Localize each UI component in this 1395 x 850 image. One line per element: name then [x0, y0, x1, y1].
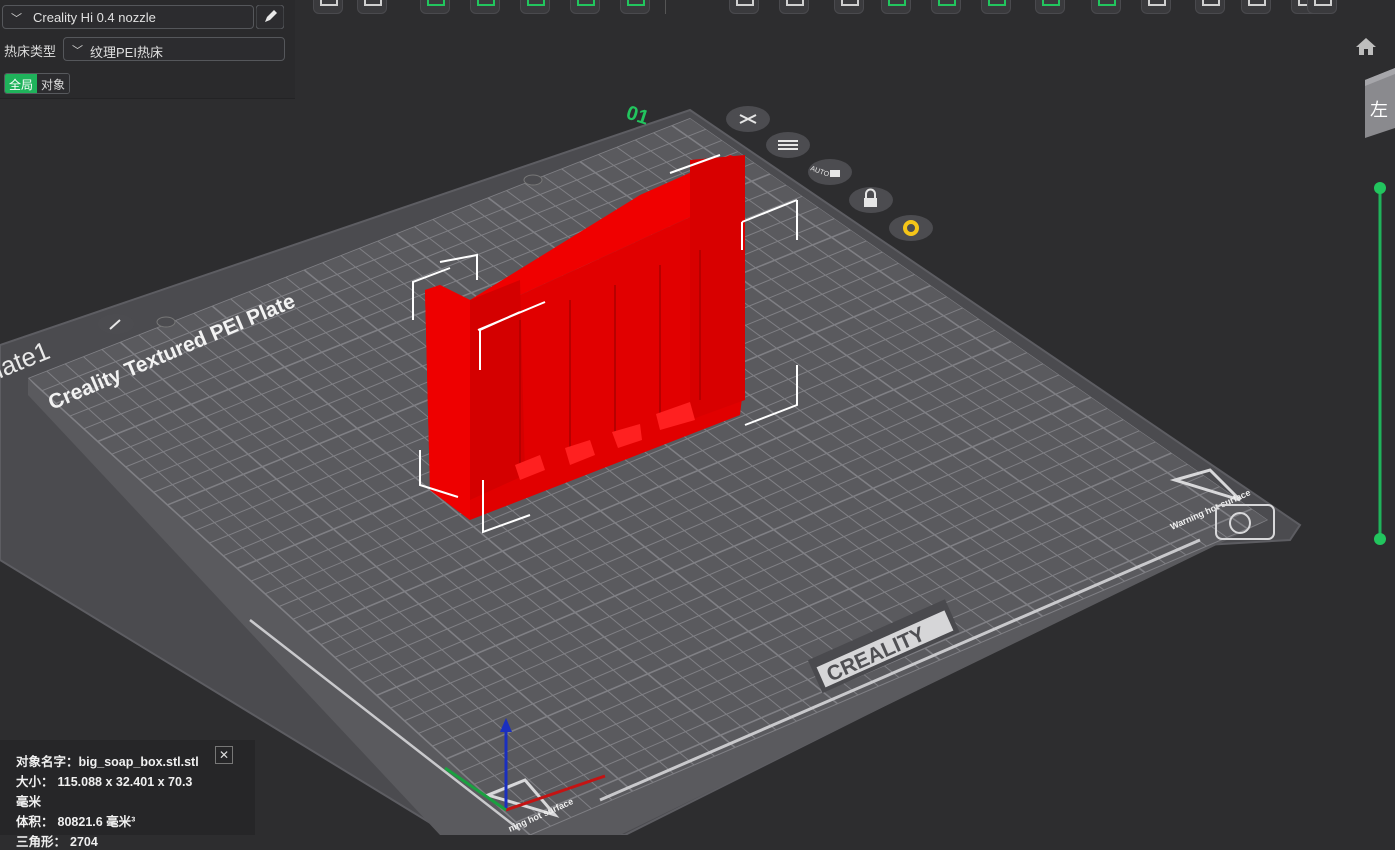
toolbar-separator: [665, 0, 666, 14]
split-button[interactable]: [570, 0, 600, 14]
scope-global-tab[interactable]: 全局: [5, 74, 38, 93]
printer-settings-panel: ﹀ Creality Hi 0.4 nozzle 热床类型 ﹀ 纹理PEI热床 …: [0, 0, 295, 99]
object-info-panel: 对象名字：big_soap_box.stl.stl 大小： 115.088 x 3…: [0, 740, 255, 849]
size-unit: 毫米: [16, 795, 42, 809]
layer-button[interactable]: [1241, 0, 1271, 14]
assembly-button[interactable]: [1307, 0, 1337, 14]
triangles-value: 2704: [70, 835, 98, 849]
plate-auto-orient-button[interactable]: AUTO: [808, 159, 852, 185]
add-cube-button[interactable]: [313, 0, 343, 14]
emboss-button[interactable]: [1195, 0, 1225, 14]
seam-paint-button[interactable]: [931, 0, 961, 14]
bed-type-select[interactable]: ﹀ 纹理PEI热床: [63, 37, 285, 61]
info-close-button[interactable]: ✕: [215, 746, 233, 764]
support-paint-button[interactable]: [881, 0, 911, 14]
view-cube-face-label: 左: [1370, 100, 1388, 121]
plate-pin: [523, 174, 543, 186]
scope-toggle: 全局 对象: [4, 73, 71, 94]
split-parts-button[interactable]: [779, 0, 809, 14]
color-paint-button[interactable]: [981, 0, 1011, 14]
home-view-button[interactable]: [1354, 36, 1378, 58]
view-cube[interactable]: 左: [1360, 68, 1395, 148]
auto-orient-icon: [830, 170, 840, 177]
close-icon: ✕: [218, 748, 230, 762]
layer-slider[interactable]: [1372, 180, 1388, 546]
edit-printer-button[interactable]: [255, 4, 285, 30]
variable-layer-button[interactable]: [1141, 0, 1171, 14]
volume-label: 体积：: [16, 815, 54, 829]
bed-type-label: 热床类型: [4, 44, 57, 59]
scope-object-tab[interactable]: 对象: [37, 74, 70, 93]
layer-slider-bottom-handle[interactable]: [1374, 533, 1386, 545]
cut-button[interactable]: [620, 0, 650, 14]
size-label: 大小：: [16, 775, 54, 789]
move-button[interactable]: [1091, 0, 1121, 14]
scale-button[interactable]: [1035, 0, 1065, 14]
plate-settings-button[interactable]: [889, 215, 933, 241]
volume-value: 80821.6 毫米³: [57, 815, 136, 829]
plate-pin: [156, 316, 176, 328]
plate-rename-button[interactable]: [98, 314, 134, 334]
size-value: 115.088 x 32.401 x 70.3: [57, 775, 193, 789]
triangles-label: 三角形：: [16, 835, 67, 849]
measure-button[interactable]: [834, 0, 864, 14]
object-name-value: big_soap_box.stl.stl: [78, 755, 199, 769]
lay-on-face-button[interactable]: [520, 0, 550, 14]
home-icon: [1356, 38, 1376, 55]
split-objects-button[interactable]: [729, 0, 759, 14]
layer-slider-top-handle[interactable]: [1374, 182, 1386, 194]
3d-viewport[interactable]: plate1 Creality Textured PEI Plate 01 CR…: [0, 0, 1395, 835]
object-name-label: 对象名字：: [16, 755, 79, 769]
lock-icon: [864, 198, 877, 207]
plate-close-button[interactable]: [726, 106, 770, 132]
chevron-down-icon: ﹀: [72, 45, 83, 57]
nozzle-select[interactable]: ﹀ Creality Hi 0.4 nozzle: [2, 5, 254, 29]
chevron-down-icon: ﹀: [11, 13, 22, 25]
orient-button[interactable]: [420, 0, 450, 14]
pencil-icon: [255, 4, 285, 30]
plate-lock-button[interactable]: [849, 187, 893, 213]
auto-arrange-button[interactable]: [470, 0, 500, 14]
plate-list-button[interactable]: [766, 132, 810, 158]
grid-plate-button[interactable]: [357, 0, 387, 14]
main-toolbar: [295, 0, 1395, 16]
